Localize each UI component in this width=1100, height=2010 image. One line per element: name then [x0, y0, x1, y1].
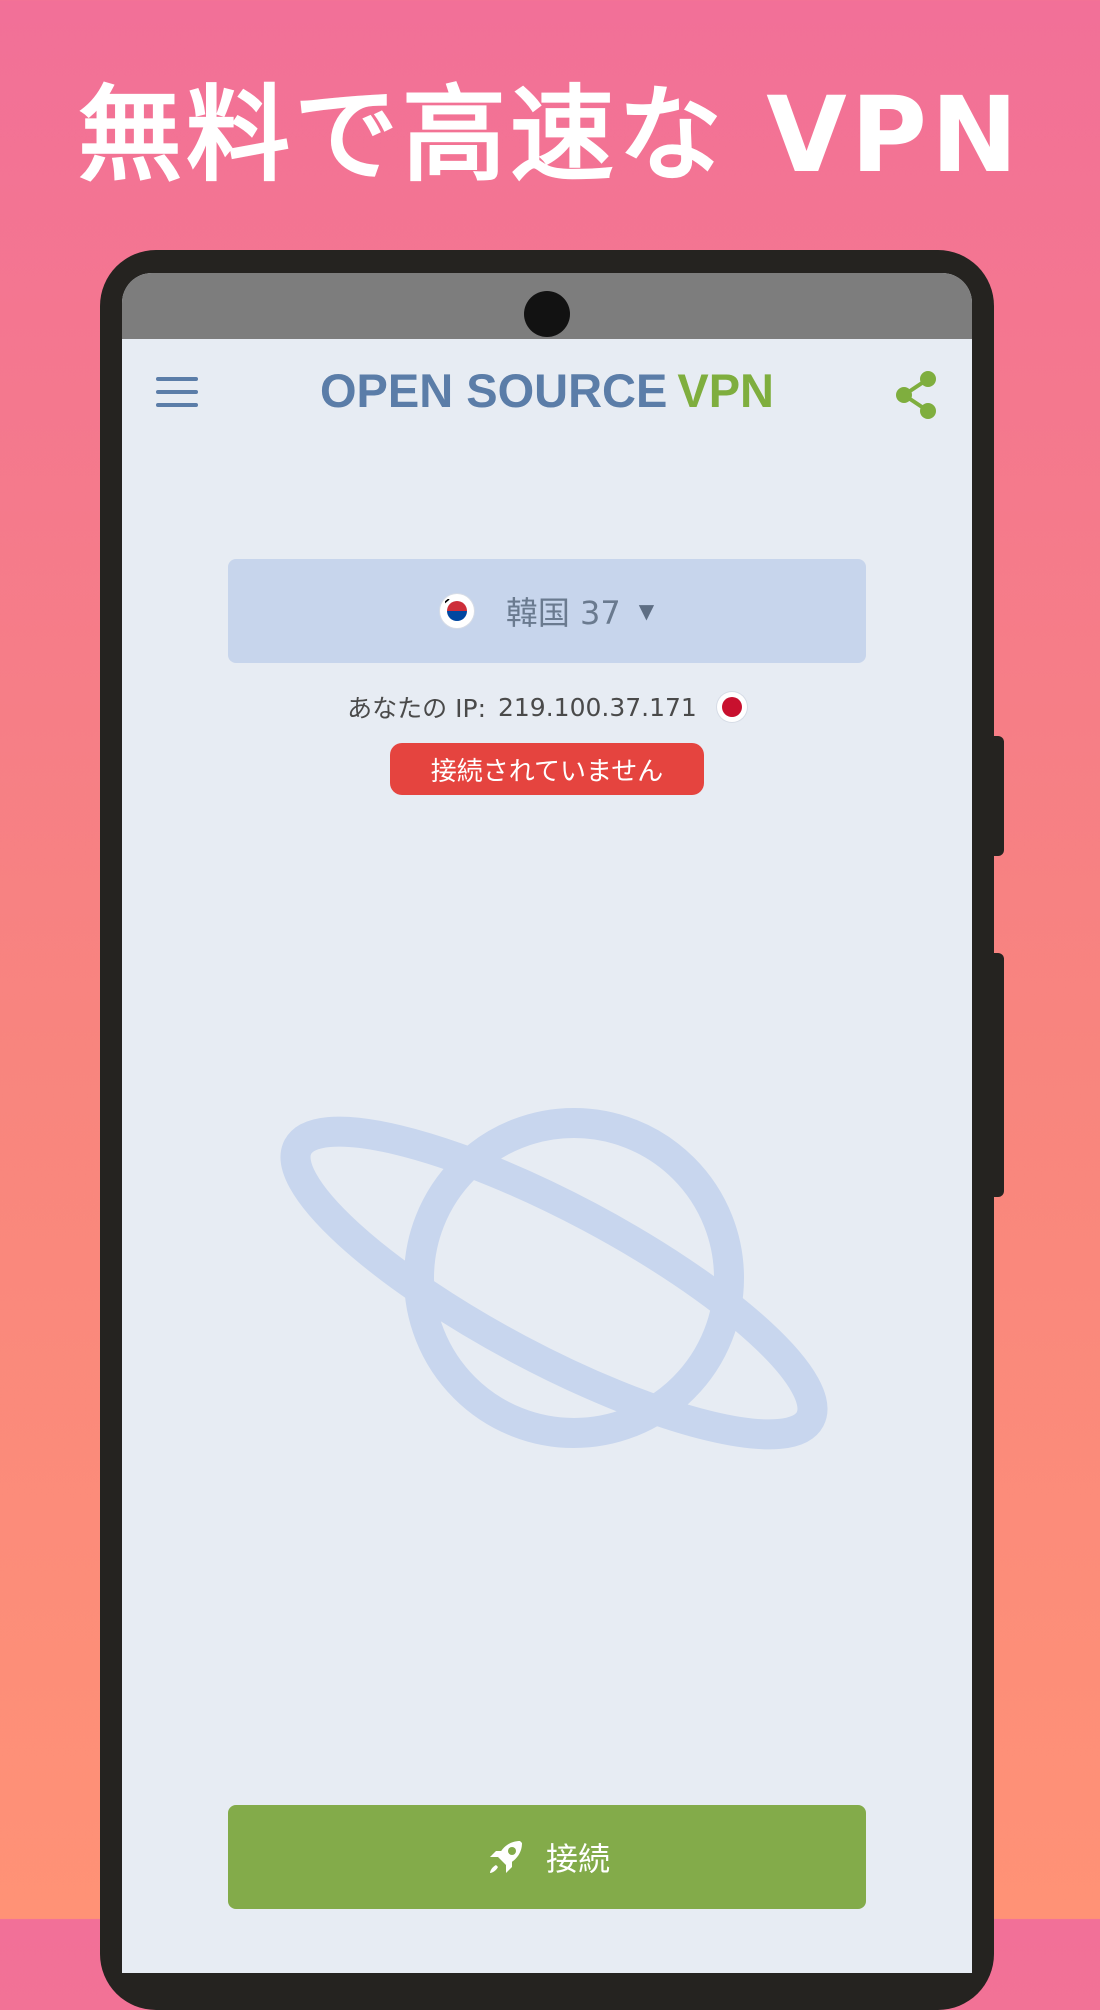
rocket-icon [489, 1841, 522, 1873]
connection-status-badge: 接続されていません [390, 743, 704, 795]
south-korea-flag-icon [439, 594, 474, 628]
app-screen: OPEN SOURCE VPN 韓国 37 ▼ あなたの IP: 219.100.… [122, 273, 972, 1973]
app-title-vpn: VPN [677, 364, 774, 417]
server-label: 韓国 37 [505, 594, 621, 632]
app-title-open-source: OPEN SOURCE [320, 364, 668, 417]
ip-info: あなたの IP: 219.100.37.171 [122, 685, 972, 729]
front-camera [524, 291, 570, 337]
phone-volume-button [990, 736, 1004, 856]
app-title: OPEN SOURCE VPN [122, 361, 972, 421]
chevron-down-icon: ▼ [638, 599, 655, 623]
connect-button[interactable]: 接続 [228, 1805, 866, 1909]
status-bar [122, 273, 972, 339]
connect-label: 接続 [545, 1840, 610, 1878]
phone-power-button [990, 953, 1004, 1197]
japan-flag-icon [716, 692, 747, 722]
server-selector[interactable]: 韓国 37 ▼ [228, 559, 866, 663]
ip-value: 219.100.37.171 [498, 692, 697, 722]
planet-illustration [280, 1108, 828, 1450]
share-icon[interactable] [892, 369, 940, 421]
promo-headline: 無料で高速な VPN [78, 74, 1022, 196]
ip-label: あなたの IP: [347, 694, 486, 723]
app-toolbar: OPEN SOURCE VPN [122, 339, 972, 449]
